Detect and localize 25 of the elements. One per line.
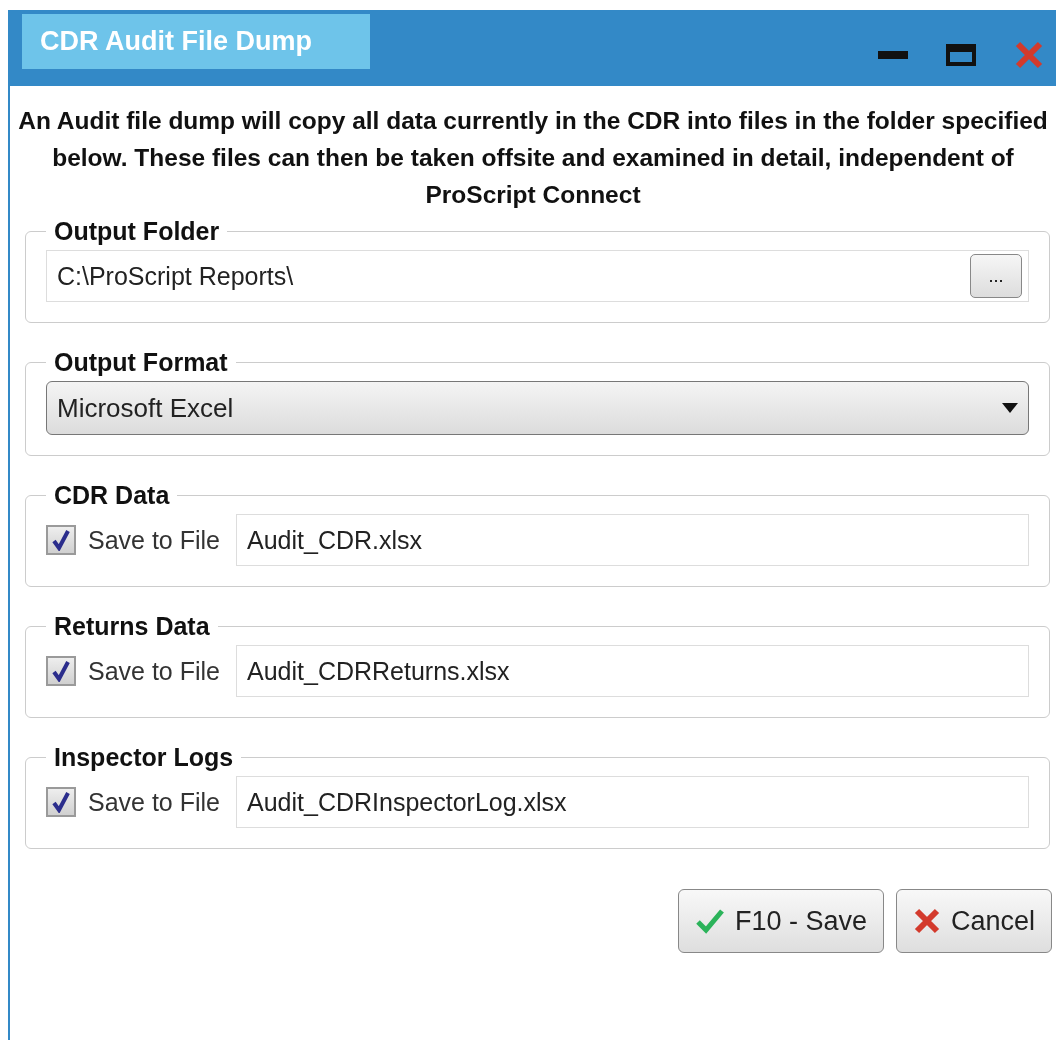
description-text: An Audit file dump will copy all data currently in the CDR into files in the folder specified below. These files can then be taken offsite and examined in detail, independent of ProScript Connect — [17, 106, 1049, 210]
folder-field[interactable]: C:\ProScript Reports\ ... — [46, 250, 1029, 302]
filename-field[interactable]: Audit_CDRInspectorLog.xlsx — [236, 776, 1029, 828]
close-icon — [912, 907, 941, 935]
checkbox-label[interactable]: Save to File — [88, 787, 220, 817]
checkbox-label[interactable]: Save to File — [88, 656, 220, 686]
group-title: Output Format — [53, 348, 229, 377]
window-title: CDR Audit File Dump — [22, 14, 370, 69]
format-dropdown[interactable]: Microsoft Excel — [46, 381, 1029, 435]
checkbox[interactable] — [46, 525, 76, 555]
filename-field[interactable]: Audit_CDR.xlsx — [236, 514, 1029, 566]
checkbox[interactable] — [46, 787, 76, 817]
caret-icon — [1002, 403, 1018, 413]
group-title: CDR Data — [53, 481, 171, 510]
checkbox-label[interactable]: Save to File — [88, 525, 220, 555]
browse-button[interactable]: ... — [970, 254, 1022, 298]
group-title: Inspector Logs — [53, 743, 235, 772]
check-icon — [694, 908, 725, 934]
group-title: Output Folder — [53, 217, 221, 246]
checkbox[interactable] — [46, 656, 76, 686]
maximize-icon[interactable] — [946, 44, 976, 66]
filename-field[interactable]: Audit_CDRReturns.xlsx — [236, 645, 1029, 697]
group-title: Returns Data — [53, 612, 211, 641]
cancel-button[interactable]: Cancel — [895, 889, 1052, 953]
save-button[interactable]: F10 - Save — [677, 889, 884, 953]
